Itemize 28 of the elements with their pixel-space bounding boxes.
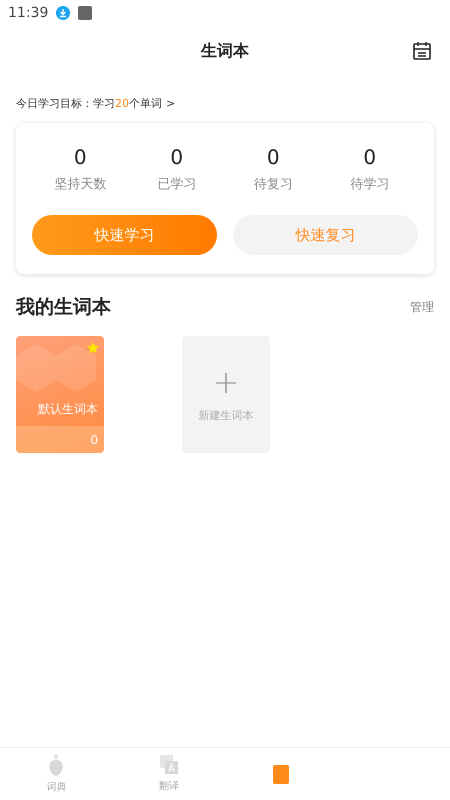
stat-value: 0 <box>266 145 280 169</box>
stat-value: 0 <box>74 145 87 169</box>
quick-study-button[interactable]: 快速学习 <box>32 215 217 255</box>
manage-link[interactable]: 管理 <box>410 298 434 316</box>
status-time: 11:39 <box>8 5 48 21</box>
stat-value: 0 <box>170 145 184 169</box>
stat-label: 待学习 <box>350 176 390 193</box>
section-title: 我的生词本 <box>16 295 111 320</box>
calendar-icon[interactable] <box>412 41 432 61</box>
chevron-icon: > <box>166 97 176 110</box>
translate-icon <box>160 755 178 775</box>
new-wordbook-button[interactable]: + 新建生词本 <box>182 336 270 453</box>
fruit-icon <box>47 754 66 776</box>
quick-review-button[interactable]: 快速复习 <box>233 215 418 255</box>
wordbook-card[interactable]: 默认生词本 0 <box>16 336 104 453</box>
stat-label: 待复习 <box>254 176 293 193</box>
download-icon <box>56 6 70 20</box>
wordbook-name: 默认生词本 <box>38 401 98 418</box>
book-icon <box>272 763 290 785</box>
stat-value: 0 <box>363 145 376 169</box>
stat-label: 坚持天数 <box>54 176 106 193</box>
nav-tab[interactable]: 翻译 <box>112 748 225 800</box>
study-goal-link[interactable]: 今日学习目标：学习20个单词 <box>16 96 162 111</box>
word-count: 0 <box>90 432 98 446</box>
nav-tab[interactable]: 词典 <box>0 748 112 800</box>
page-title: 生词本 <box>201 40 249 62</box>
app-icon <box>78 6 92 20</box>
stat-label: 已学习 <box>157 176 196 193</box>
